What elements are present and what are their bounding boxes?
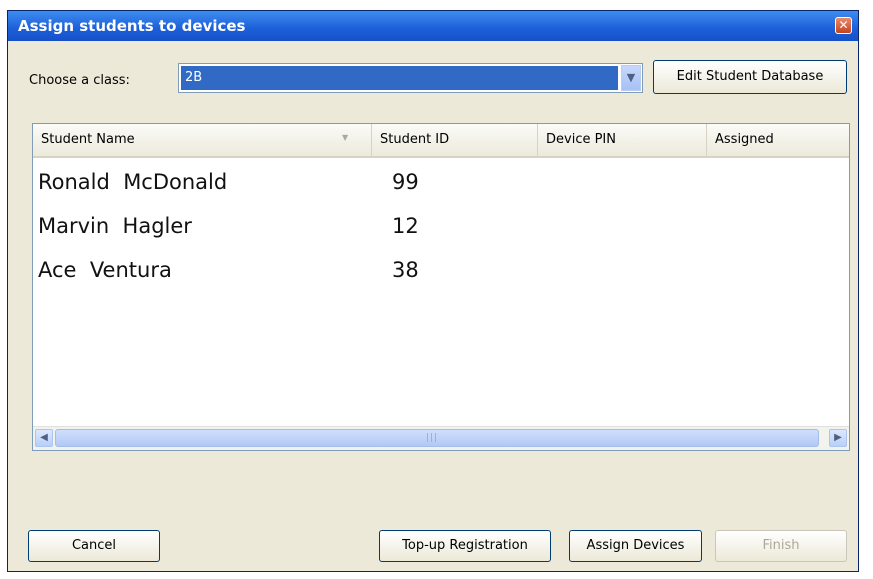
chevron-right-icon[interactable]: ▶ — [829, 429, 847, 447]
window-title: Assign students to devices — [18, 17, 246, 35]
student-name-cell: Ronald McDonald — [38, 170, 228, 194]
title-bar[interactable]: Assign students to devices ✕ — [8, 11, 858, 41]
scrollbar-grip: ||| — [426, 433, 439, 443]
top-up-registration-button[interactable]: Top-up Registration — [379, 530, 551, 562]
chevron-down-icon[interactable]: ▼ — [621, 65, 641, 91]
sort-descending-icon: ▼ — [342, 133, 349, 142]
scrollbar-thumb[interactable]: ||| — [55, 429, 819, 447]
student-id-cell: 38 — [392, 258, 419, 282]
horizontal-scrollbar[interactable]: ◀ ||| ▶ — [33, 426, 849, 450]
close-icon[interactable]: ✕ — [835, 17, 852, 34]
class-dropdown[interactable]: 2B ▼ — [178, 63, 643, 93]
table-row[interactable]: Ace Ventura 38 — [33, 250, 849, 290]
table-header: Student Name ▼ Student ID Device PIN Ass… — [33, 124, 849, 158]
class-dropdown-value: 2B — [181, 66, 618, 90]
assign-devices-button[interactable]: Assign Devices — [569, 530, 702, 562]
column-header-assigned[interactable]: Assigned — [707, 124, 849, 156]
student-id-cell: 12 — [392, 214, 419, 238]
column-header-device-pin[interactable]: Device PIN — [538, 124, 707, 156]
column-header-student-id[interactable]: Student ID — [372, 124, 538, 156]
student-name-cell: Ace Ventura — [38, 258, 172, 282]
student-id-cell: 99 — [392, 170, 419, 194]
cancel-button[interactable]: Cancel — [28, 530, 160, 562]
column-header-student-name[interactable]: Student Name — [33, 124, 372, 156]
choose-class-label: Choose a class: — [29, 73, 130, 88]
assign-students-dialog: Assign students to devices ✕ Choose a cl… — [7, 10, 859, 572]
edit-student-database-button[interactable]: Edit Student Database — [653, 60, 847, 94]
students-table: Student Name ▼ Student ID Device PIN Ass… — [32, 123, 850, 451]
chevron-left-icon[interactable]: ◀ — [35, 429, 53, 447]
table-row[interactable]: Ronald McDonald 99 — [33, 162, 849, 202]
student-name-cell: Marvin Hagler — [38, 214, 192, 238]
table-row[interactable]: Marvin Hagler 12 — [33, 206, 849, 246]
finish-button[interactable]: Finish — [715, 530, 847, 562]
